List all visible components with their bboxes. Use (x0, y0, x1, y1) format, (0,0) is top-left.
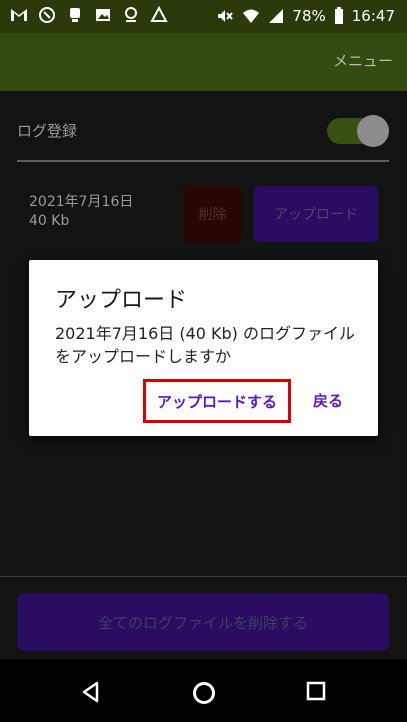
upload-dialog: アップロード 2021年7月16日 (40 Kb) のログファイルをアップロード… (29, 260, 378, 436)
system-icons: 78% 16:47 (216, 7, 395, 25)
dialog-title: アップロード (55, 288, 188, 313)
image-icon (94, 6, 112, 24)
battery-icon (334, 7, 344, 25)
app-icon (38, 6, 56, 24)
toggle-knob (357, 115, 389, 147)
upload-button[interactable]: アップロード (254, 186, 378, 242)
notification-icons (10, 6, 168, 24)
delete-button[interactable]: 削除 (183, 186, 242, 242)
back-icon[interactable] (80, 681, 102, 703)
log-toggle[interactable] (321, 113, 389, 149)
file-size: 40 Kb (29, 213, 70, 229)
file-info: 2021年7月16日 40 Kb (29, 193, 133, 231)
log-label: ログ登録 (17, 122, 78, 140)
home-icon[interactable] (192, 681, 216, 705)
status-bar: 78% 16:47 (0, 0, 407, 33)
delete-all-button[interactable]: 全てのログファイルを削除する (17, 593, 389, 651)
menu-button[interactable]: メニュー (333, 50, 393, 71)
drive-icon (150, 6, 168, 24)
mute-icon (216, 7, 234, 25)
log-setting-row: ログ登録 (17, 113, 389, 149)
back-button[interactable]: 戻る (303, 385, 353, 415)
app-icon (66, 6, 84, 24)
log-file-row: 2021年7月16日 40 Kb 削除 アップロード (17, 183, 389, 243)
dialog-message: 2021年7月16日 (40 Kb) のログファイルをアップロードしますか (55, 324, 356, 366)
confirm-upload-button[interactable]: アップロードする (143, 379, 291, 423)
wifi-icon (242, 8, 260, 24)
clock: 16:47 (351, 7, 395, 25)
battery-percent: 78% (292, 7, 326, 25)
signal-icon (268, 8, 284, 24)
divider (0, 576, 407, 577)
gmail-icon (10, 6, 28, 24)
divider (17, 160, 389, 162)
file-date: 2021年7月16日 (29, 194, 134, 210)
app-bar: メニュー (0, 33, 407, 91)
recents-icon[interactable] (306, 681, 326, 701)
navigation-bar (0, 659, 407, 722)
location-icon (122, 6, 140, 24)
